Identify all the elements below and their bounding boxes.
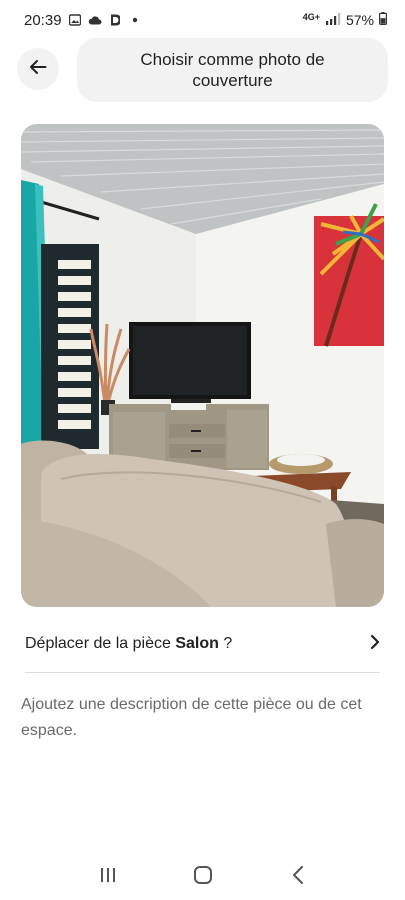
image-icon [68, 13, 82, 27]
arrow-left-icon [29, 59, 47, 80]
move-room-text: Déplacer de la pièce Salon ? [25, 635, 232, 653]
set-cover-photo-button[interactable]: Choisir comme photo de couverture [77, 38, 388, 102]
system-nav-bar [0, 850, 405, 900]
battery-level: 57% [345, 12, 374, 28]
cloud-icon [88, 13, 102, 27]
edit-photo-screen: 20:39 4G+ 57% Choisir comme photo de cou… [0, 0, 405, 900]
status-bar: 20:39 4G+ 57% [0, 0, 405, 40]
move-room-prefix: Déplacer de la pièce [25, 635, 176, 652]
room-name: Salon [175, 635, 219, 652]
move-room-suffix: ? [218, 635, 233, 652]
app-icon [108, 13, 122, 27]
status-time: 20:39 [24, 11, 62, 29]
back-icon[interactable] [278, 855, 318, 895]
room-photo[interactable] [21, 124, 384, 607]
dot-icon [128, 13, 142, 27]
move-room-row[interactable]: Déplacer de la pièce Salon ? [25, 620, 380, 668]
chevron-right-icon [370, 634, 380, 655]
status-right: 4G+ 57% [302, 12, 388, 28]
home-icon[interactable] [183, 855, 223, 895]
network-type: 4G+ [302, 12, 320, 22]
back-button[interactable] [17, 48, 59, 90]
room-description-field[interactable]: Ajoutez une description de cette pièce o… [21, 692, 381, 744]
recent-apps-icon[interactable] [88, 855, 128, 895]
signal-icon [325, 12, 341, 28]
status-left: 20:39 [24, 12, 142, 29]
divider [25, 672, 380, 673]
battery-icon [379, 12, 388, 28]
